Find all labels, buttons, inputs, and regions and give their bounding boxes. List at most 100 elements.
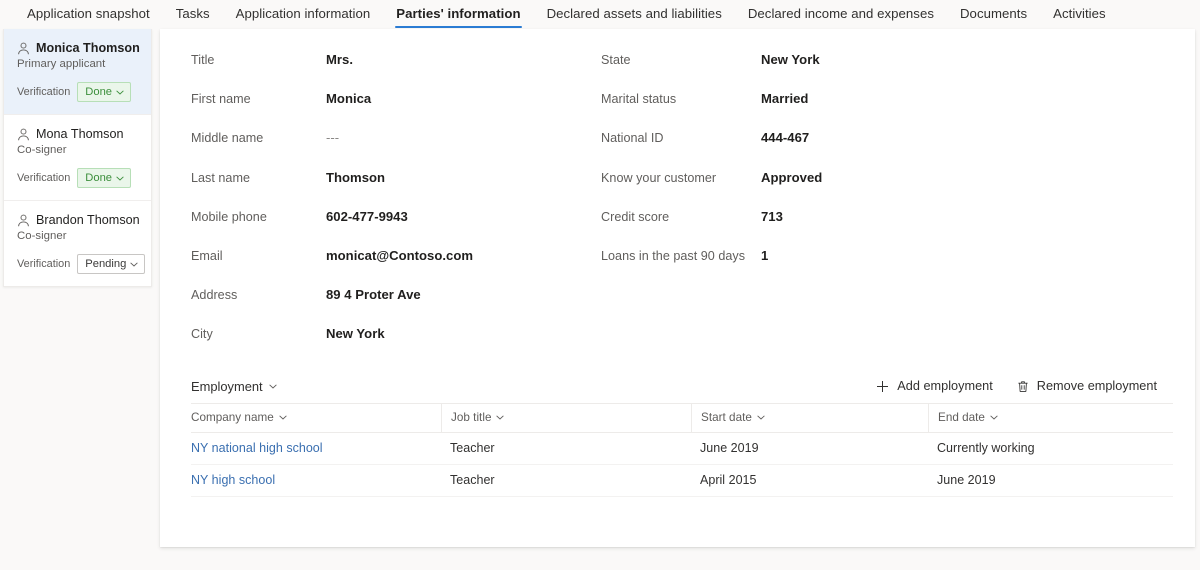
remove-employment-label: Remove employment (1036, 379, 1157, 393)
table-row: NY national high school Teacher June 2019 C… (191, 433, 1173, 465)
employment-table-header: Company name Job title Start date End date (191, 403, 1173, 433)
cell-end-date: Currently working (937, 441, 1035, 455)
party-name: Monica Thomson (36, 41, 140, 55)
employment-title-toggle[interactable]: Employment (191, 379, 277, 394)
chevron-down-icon (268, 383, 277, 389)
detail-field-value: 444-467 (761, 130, 810, 146)
party-name: Mona Thomson (36, 127, 124, 141)
detail-field: City New York (191, 325, 600, 364)
tab-application-snapshot[interactable]: Application snapshot (14, 0, 163, 29)
detail-column-right: State New York Marital status Married Nation… (600, 51, 1030, 365)
column-header-end-date[interactable]: End date (928, 403, 1178, 432)
party-role: Co-signer (17, 230, 67, 242)
verification-status-label: Pending (85, 258, 127, 270)
tab-declared-income-and-expenses[interactable]: Declared income and expenses (735, 0, 947, 29)
column-header-label: Company name (191, 411, 274, 424)
main-tab-bar: Application snapshot Tasks Application inf… (0, 0, 1200, 29)
add-employment-button[interactable]: Add employment (876, 379, 993, 393)
detail-field-value: New York (326, 326, 385, 342)
verification-status-label: Done (85, 172, 113, 184)
detail-field-label: Mobile phone (191, 209, 267, 224)
table-row: NY high school Teacher April 2015 June 2019 (191, 465, 1173, 497)
tab-application-information[interactable]: Application information (223, 0, 384, 29)
detail-field-label: Credit score (601, 209, 670, 224)
tab-tasks[interactable]: Tasks (163, 0, 223, 29)
column-header-label: Start date (701, 411, 752, 424)
add-employment-label: Add employment (897, 379, 993, 393)
plus-icon (877, 380, 889, 392)
tab-parties-information[interactable]: Parties' information (383, 0, 533, 29)
detail-field-value: Thomson (326, 169, 386, 185)
detail-field: Email monicat@Contoso.com (191, 247, 600, 286)
verification-status-label: Done (85, 86, 113, 98)
chevron-down-icon (116, 175, 124, 181)
detail-field-value: Married (761, 91, 809, 107)
verification-status-badge[interactable]: Done (77, 82, 132, 102)
content-area: Monica Thomson Primary applicant Verificat… (0, 29, 1200, 570)
cell-job-title: Teacher (450, 473, 495, 487)
cell-company: NY national high school (191, 441, 441, 455)
employment-actions: Add employment Remove employment (876, 379, 1157, 393)
detail-field: Know your customer Approved (601, 169, 1030, 208)
verification-status-badge[interactable]: Pending (77, 254, 146, 274)
party-role: Co-signer (17, 144, 67, 156)
cell-start-date: June 2019 (700, 441, 759, 455)
column-header-label: Job title (451, 411, 492, 424)
tab-activities[interactable]: Activities (1040, 0, 1119, 29)
detail-field: Credit score 713 (601, 208, 1030, 247)
party-details-panel: Title Mrs. First name Monica Middle name --- L… (160, 29, 1195, 547)
detail-field-value: 602-477-9943 (326, 208, 408, 224)
party-list-item[interactable]: Mona Thomson Co-signer Verification Done (4, 115, 151, 201)
chevron-down-icon (757, 415, 765, 420)
column-header-company-name[interactable]: Company name (191, 403, 441, 432)
detail-field-value: 1 (761, 247, 769, 263)
detail-field-value: Monica (326, 91, 372, 107)
cell-job-title: Teacher (450, 441, 495, 455)
verification-row: Verification Done (17, 82, 138, 102)
detail-field: Address 89 4 Proter Ave (191, 286, 600, 325)
column-header-job-title[interactable]: Job title (441, 403, 691, 432)
detail-field: Marital status Married (601, 90, 1030, 129)
detail-field-value: Mrs. (326, 52, 354, 67)
detail-field: Mobile phone 602-477-9943 (191, 208, 600, 247)
party-list-item[interactable]: Monica Thomson Primary applicant Verificat… (4, 29, 151, 115)
tab-documents[interactable]: Documents (947, 0, 1040, 29)
detail-field-label: Loans in the past 90 days (601, 248, 746, 263)
verification-label: Verification (17, 172, 71, 184)
detail-field-label: City (191, 327, 213, 342)
parties-list: Monica Thomson Primary applicant Verificat… (3, 29, 152, 287)
employment-title-label: Employment (191, 378, 263, 394)
verification-status-badge[interactable]: Done (77, 168, 132, 188)
chevron-down-icon (130, 261, 139, 267)
chevron-down-icon (990, 415, 998, 420)
detail-field: Title Mrs. (191, 51, 600, 90)
verification-row: Verification Done (17, 168, 138, 188)
detail-field: Middle name --- (191, 129, 600, 168)
detail-field-label: Email (191, 248, 223, 263)
detail-field-label: Title (191, 53, 215, 67)
verification-row: Verification Pending (17, 254, 146, 274)
employment-header: Employment Add employment Remove employm… (191, 365, 1173, 404)
detail-field-label: Middle name (191, 131, 264, 146)
verification-label: Verification (17, 258, 71, 270)
company-link[interactable]: NY national high school (191, 441, 323, 455)
remove-employment-button[interactable]: Remove employment (1017, 379, 1157, 393)
detail-field-value: --- (326, 130, 340, 146)
party-detail-fields: Title Mrs. First name Monica Middle name --- L… (160, 29, 1195, 365)
cell-start-date: April 2015 (700, 473, 757, 487)
cell-end-date: June 2019 (937, 473, 996, 487)
detail-field-label: Marital status (601, 92, 677, 107)
tab-declared-assets-and-liabilities[interactable]: Declared assets and liabilities (534, 0, 735, 29)
detail-field-value: 713 (761, 208, 783, 224)
detail-field: State New York (601, 51, 1030, 90)
company-link[interactable]: NY high school (191, 473, 275, 487)
detail-field-value: Approved (761, 169, 823, 185)
party-list-item[interactable]: Brandon Thomson Co-signer Verification Pend… (4, 201, 151, 286)
detail-field-value: New York (761, 52, 820, 67)
detail-field-label: State (601, 53, 631, 67)
chevron-down-icon (279, 415, 287, 420)
detail-field-value: monicat@Contoso.com (326, 247, 474, 263)
detail-field-value: 89 4 Proter Ave (326, 287, 421, 303)
column-header-start-date[interactable]: Start date (691, 403, 928, 432)
trash-icon (1018, 380, 1028, 392)
